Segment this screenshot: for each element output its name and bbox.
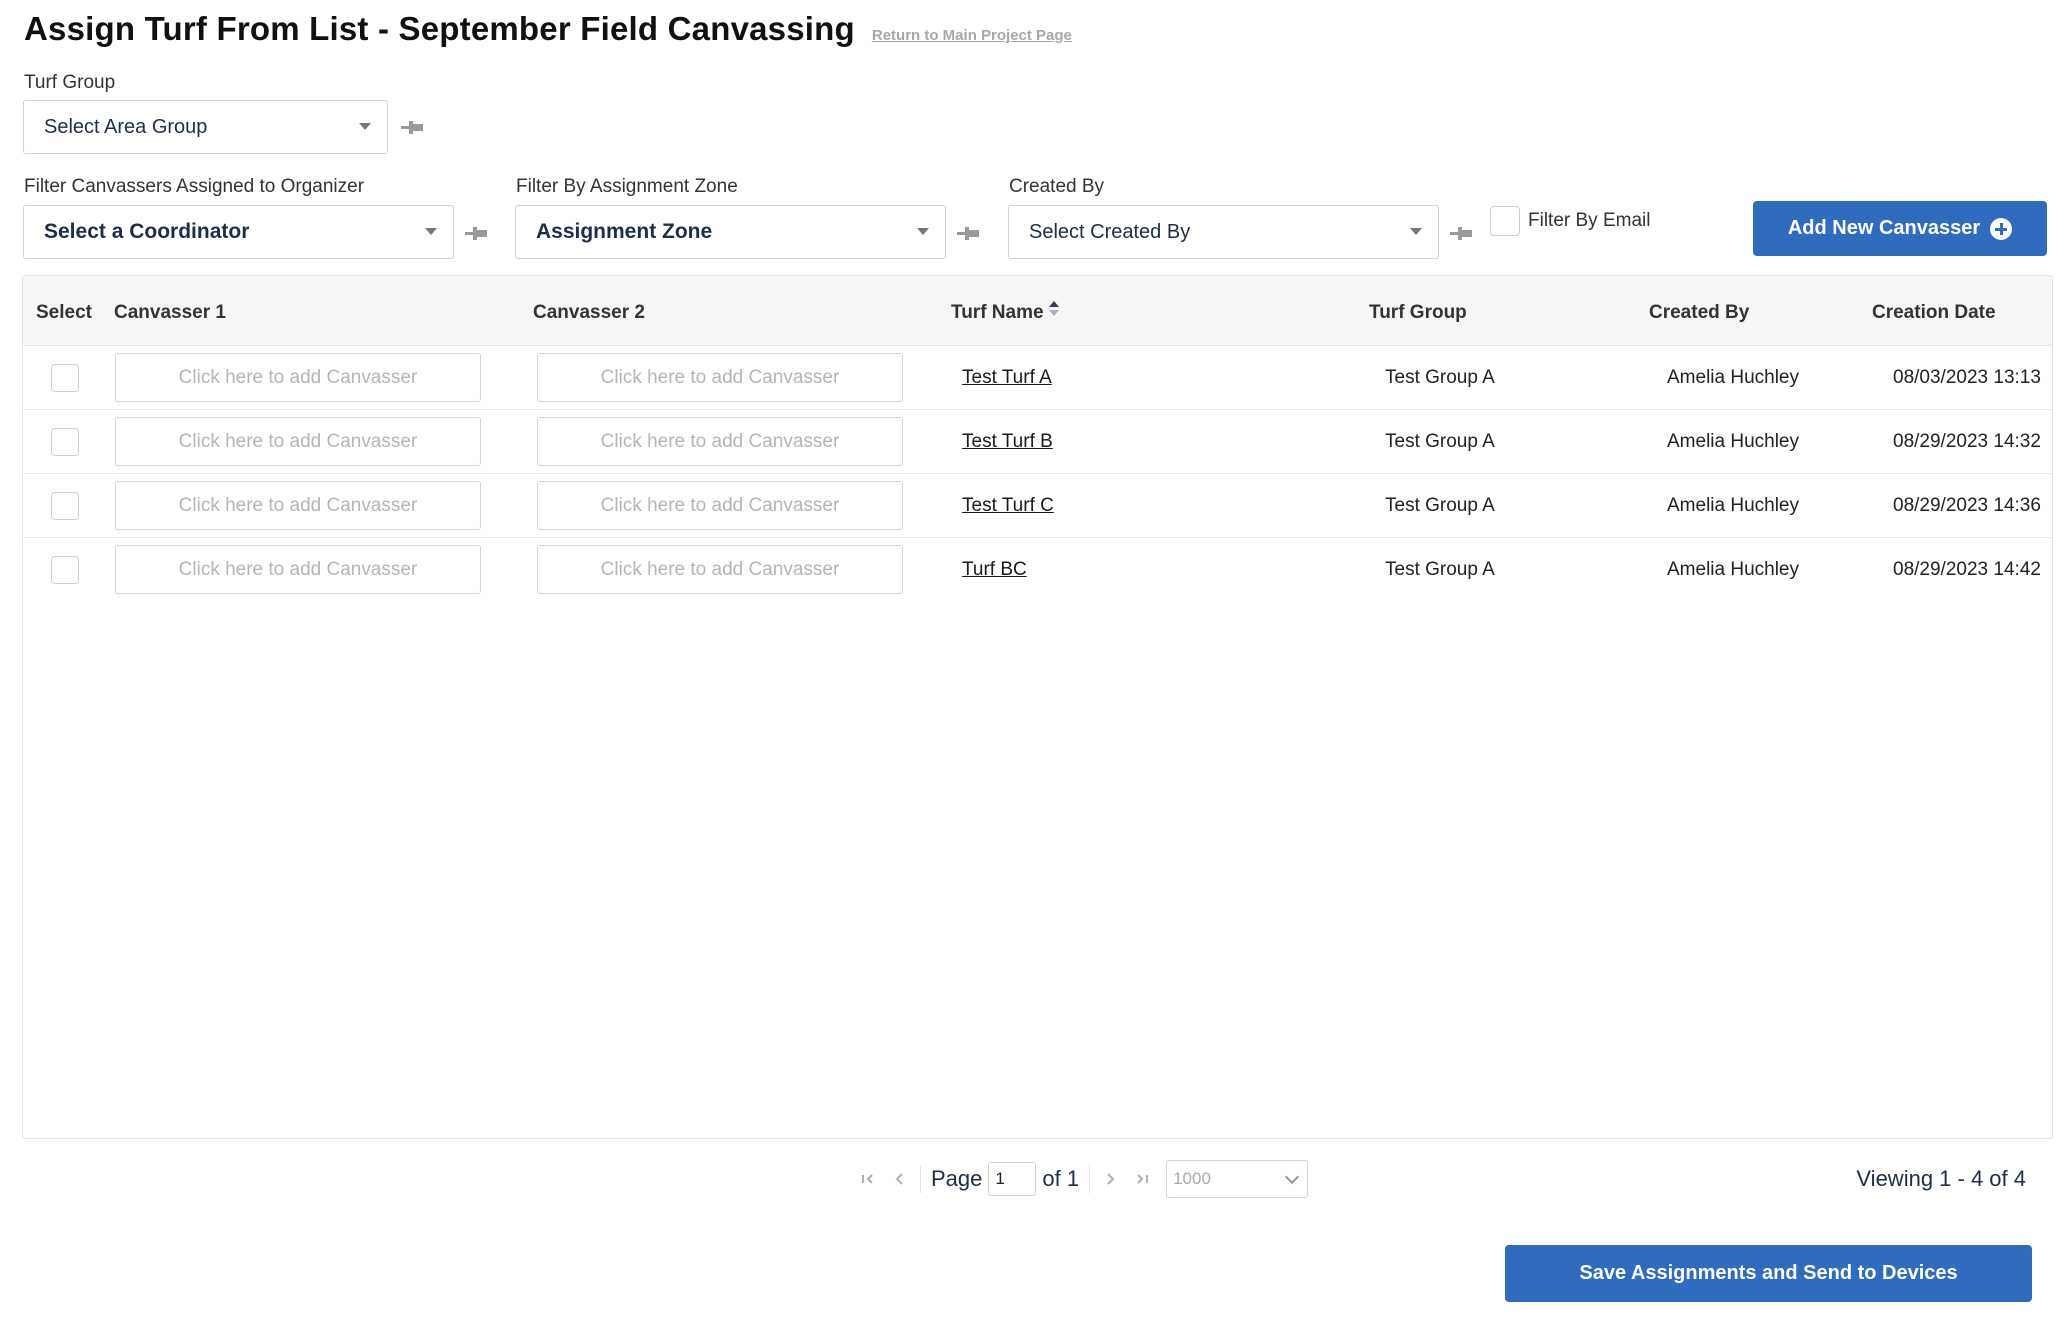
table-row: Click here to add Canvasser Click here t… <box>23 474 2052 538</box>
turf-group-cell: Test Group A <box>1385 431 1495 452</box>
assignment-zone-select[interactable]: Assignment Zone <box>515 205 946 259</box>
canvasser-1-input[interactable]: Click here to add Canvasser <box>115 353 481 402</box>
page-size-select[interactable]: 1000 <box>1166 1160 1309 1198</box>
turf-name-link[interactable]: Test Turf B <box>962 431 1053 453</box>
sort-icon[interactable] <box>1048 300 1059 318</box>
previous-page-icon[interactable] <box>888 1167 912 1191</box>
pager-divider <box>1089 1165 1091 1193</box>
canvasser-2-input[interactable]: Click here to add Canvasser <box>537 417 903 466</box>
add-new-canvasser-label: Add New Canvasser <box>1787 217 1981 239</box>
pagination: Page 1 of 1 1000 <box>852 1160 1309 1198</box>
column-header-canvasser-2[interactable]: Canvasser 2 <box>533 302 645 324</box>
return-to-main-link[interactable]: Return to Main Project Page <box>872 27 1072 44</box>
created-by-cell: Amelia Huchley <box>1667 367 1799 388</box>
plus-circle-icon <box>1990 217 2013 240</box>
created-by-label: Created By <box>1009 176 1105 197</box>
row-select-checkbox[interactable] <box>51 556 79 584</box>
row-select-checkbox[interactable] <box>51 364 79 392</box>
page-size-value: 1000 <box>1173 1169 1211 1188</box>
coordinator-select[interactable]: Select a Coordinator <box>23 205 454 259</box>
turf-group-cell: Test Group A <box>1385 367 1495 388</box>
row-select-checkbox[interactable] <box>51 428 79 456</box>
created-by-cell: Amelia Huchley <box>1667 431 1799 452</box>
column-header-created-by[interactable]: Created By <box>1649 302 1749 324</box>
turf-group-label: Turf Group <box>24 72 116 93</box>
pin-icon[interactable] <box>463 223 489 245</box>
page-title: Assign Turf From List - September Field … <box>24 10 855 47</box>
last-page-icon[interactable] <box>1130 1167 1154 1191</box>
next-page-icon[interactable] <box>1098 1167 1122 1191</box>
canvasser-2-input[interactable]: Click here to add Canvasser <box>537 481 903 530</box>
organizer-filter-label: Filter Canvassers Assigned to Organizer <box>24 176 365 197</box>
coordinator-value: Select a Coordinator <box>44 220 250 243</box>
canvasser-1-input[interactable]: Click here to add Canvasser <box>115 481 481 530</box>
row-select-checkbox[interactable] <box>51 492 79 520</box>
pin-icon[interactable] <box>1448 223 1474 245</box>
column-header-turf-group[interactable]: Turf Group <box>1369 302 1467 324</box>
column-header-canvasser-1[interactable]: Canvasser 1 <box>114 302 226 324</box>
created-by-value: Select Created By <box>1029 220 1191 243</box>
created-by-cell: Amelia Huchley <box>1667 495 1799 516</box>
canvasser-1-input[interactable]: Click here to add Canvasser <box>115 417 481 466</box>
column-header-turf-name[interactable]: Turf Name <box>951 300 1059 324</box>
created-by-select[interactable]: Select Created By <box>1008 205 1439 259</box>
page-label: Page <box>931 1166 983 1191</box>
chevron-down-icon <box>359 123 371 130</box>
turf-name-link[interactable]: Test Turf C <box>962 495 1054 517</box>
chevron-down-icon <box>1410 228 1422 235</box>
page-header: Assign Turf From List - September Field … <box>24 10 1072 48</box>
table-header: Select Canvasser 1 Canvasser 2 Turf Name… <box>23 276 2052 346</box>
chevron-down-icon <box>425 228 437 235</box>
turf-name-link[interactable]: Turf BC <box>962 559 1027 581</box>
save-assignments-button[interactable]: Save Assignments and Send to Devices <box>1505 1245 2032 1302</box>
pin-icon[interactable] <box>955 223 981 245</box>
creation-date-cell: 08/29/2023 14:32 <box>1893 431 2041 452</box>
chevron-down-icon <box>917 228 929 235</box>
column-header-creation-date[interactable]: Creation Date <box>1872 302 1996 324</box>
turf-group-value: Select Area Group <box>44 115 208 138</box>
assignment-zone-value: Assignment Zone <box>536 220 713 243</box>
filter-by-email-label: Filter By Email <box>1528 210 1651 231</box>
turf-group-select[interactable]: Select Area Group <box>23 100 388 154</box>
pin-icon[interactable] <box>399 117 425 139</box>
viewing-count: Viewing 1 - 4 of 4 <box>1856 1166 2026 1191</box>
created-by-cell: Amelia Huchley <box>1667 559 1799 580</box>
canvasser-1-input[interactable]: Click here to add Canvasser <box>115 545 481 594</box>
pager-divider <box>920 1165 921 1193</box>
creation-date-cell: 08/03/2023 13:13 <box>1893 367 2041 388</box>
turf-name-header-label: Turf Name <box>951 302 1044 323</box>
table-row: Click here to add Canvasser Click here t… <box>23 346 2052 410</box>
filter-by-email-checkbox[interactable] <box>1490 206 1520 236</box>
canvasser-2-input[interactable]: Click here to add Canvasser <box>537 353 903 402</box>
column-header-select[interactable]: Select <box>36 302 92 324</box>
creation-date-cell: 08/29/2023 14:42 <box>1893 559 2041 580</box>
page-total-label: of 1 <box>1042 1166 1080 1191</box>
first-page-icon[interactable] <box>856 1167 880 1191</box>
table-row: Click here to add Canvasser Click here t… <box>23 538 2052 602</box>
creation-date-cell: 08/29/2023 14:36 <box>1893 495 2041 516</box>
turf-group-cell: Test Group A <box>1385 495 1495 516</box>
zone-filter-label: Filter By Assignment Zone <box>516 176 738 197</box>
chevron-down-icon <box>1285 1169 1300 1185</box>
table-row: Click here to add Canvasser Click here t… <box>23 410 2052 474</box>
email-filter: Filter By Email <box>1490 206 1650 236</box>
canvasser-2-input[interactable]: Click here to add Canvasser <box>537 545 903 594</box>
turf-group-cell: Test Group A <box>1385 559 1495 580</box>
turf-name-link[interactable]: Test Turf A <box>962 367 1052 389</box>
page-number-input[interactable]: 1 <box>988 1162 1037 1196</box>
turf-assignment-table: Select Canvasser 1 Canvasser 2 Turf Name… <box>22 275 2053 1139</box>
add-new-canvasser-button[interactable]: Add New Canvasser <box>1753 201 2047 256</box>
